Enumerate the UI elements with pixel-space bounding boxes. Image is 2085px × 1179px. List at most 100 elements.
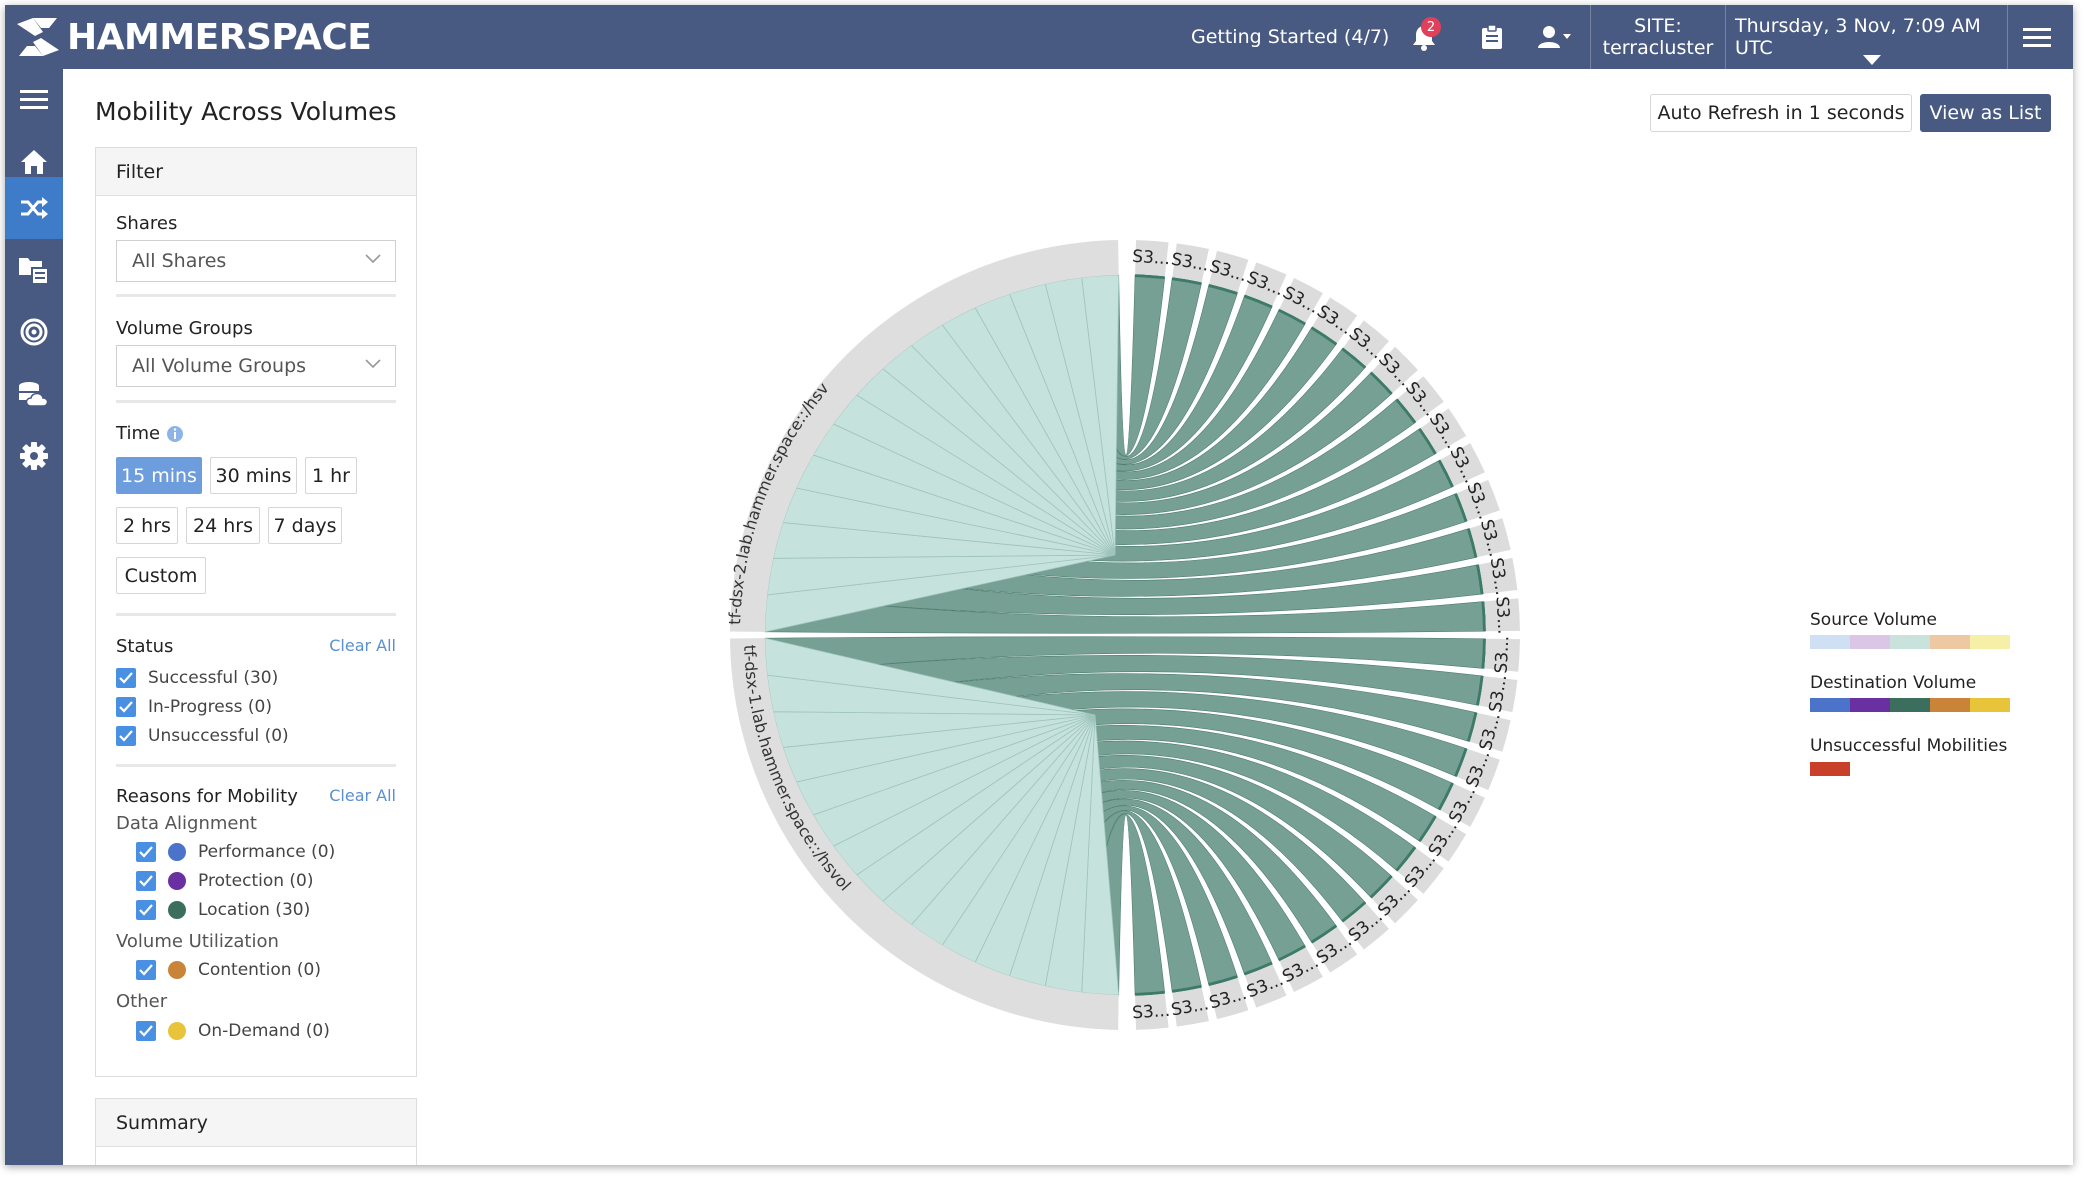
legend-unsuccessful-swatch xyxy=(1810,762,1850,776)
other-label: Other xyxy=(116,991,168,1012)
swatch xyxy=(1970,698,2010,712)
destination-volume-label: S3... xyxy=(1492,596,1514,635)
status-in-progress[interactable]: In-Progress (0) xyxy=(116,695,272,719)
time-15-mins[interactable]: 15 mins xyxy=(116,457,202,494)
reason-on-demand[interactable]: On-Demand (0) xyxy=(136,1019,330,1043)
checkbox-checked-icon xyxy=(136,871,156,891)
swatch xyxy=(1970,635,2010,649)
swatch xyxy=(1930,635,1970,649)
summary-panel: Summary xyxy=(95,1098,417,1165)
home-icon xyxy=(21,150,47,174)
shares-value: All Shares xyxy=(132,250,227,272)
page-title: Mobility Across Volumes xyxy=(95,97,397,126)
site-label: SITE: xyxy=(1634,15,1682,37)
divider xyxy=(116,294,396,297)
shares-select[interactable]: All Shares xyxy=(116,240,396,282)
checkbox-checked-icon xyxy=(136,1021,156,1041)
nav-settings[interactable] xyxy=(5,425,63,487)
tasks-button[interactable] xyxy=(1481,5,1511,69)
time-2-hrs[interactable]: 2 hrs xyxy=(116,507,178,544)
reason-location[interactable]: Location (30) xyxy=(136,898,310,922)
gear-icon xyxy=(20,442,48,470)
swatch xyxy=(1930,698,1970,712)
swatch xyxy=(1890,698,1930,712)
reason-protection[interactable]: Protection (0) xyxy=(136,869,314,893)
status-successful[interactable]: Successful (30) xyxy=(116,666,278,690)
hammerspace-logo-icon xyxy=(17,18,59,56)
nav-storage[interactable] xyxy=(5,363,63,425)
time-24-hrs[interactable]: 24 hrs xyxy=(186,507,260,544)
files-icon xyxy=(19,258,49,285)
site-selector[interactable]: SITE: terracluster xyxy=(1591,5,1725,69)
nav-files[interactable] xyxy=(5,239,63,301)
swatch xyxy=(1850,698,1890,712)
summary-header[interactable]: Summary xyxy=(96,1099,416,1147)
legend-destination-swatches xyxy=(1810,698,2010,712)
status-clear-all[interactable]: Clear All xyxy=(329,636,396,655)
getting-started-label: Getting Started (4/7) xyxy=(1191,26,1390,48)
color-dot xyxy=(168,961,186,979)
auto-refresh-button[interactable]: Auto Refresh in 1 seconds xyxy=(1650,94,1912,132)
left-navigation xyxy=(5,69,63,1165)
time-7-days[interactable]: 7 days xyxy=(268,507,342,544)
status-item-label: Unsuccessful (0) xyxy=(148,726,289,746)
top-bar: HAMMERSPACE Getting Started (4/7) 2 SITE… xyxy=(5,5,2073,69)
datetime-display[interactable]: Thursday, 3 Nov, 7:09 AM UTC xyxy=(1735,5,2007,69)
filter-header: Filter xyxy=(96,148,416,196)
destination-volume-label: S3... xyxy=(1492,635,1514,674)
legend-destination-label: Destination Volume xyxy=(1810,673,1977,693)
checkbox-checked-icon xyxy=(136,900,156,920)
nav-menu[interactable] xyxy=(5,69,63,131)
time-custom[interactable]: Custom xyxy=(116,557,206,594)
volume-utilization-label: Volume Utilization xyxy=(116,931,279,952)
status-item-label: Successful (30) xyxy=(148,668,279,688)
reason-label: Location (30) xyxy=(198,900,311,920)
status-label: Status xyxy=(116,636,174,657)
target-icon xyxy=(20,318,48,346)
divider xyxy=(1725,5,1726,69)
notifications-button[interactable]: 2 xyxy=(1411,5,1451,69)
info-icon[interactable] xyxy=(166,425,184,443)
swatch xyxy=(1810,635,1850,649)
divider xyxy=(116,400,396,403)
reason-label: Performance (0) xyxy=(198,842,336,862)
swatch xyxy=(1810,698,1850,712)
reason-performance[interactable]: Performance (0) xyxy=(136,840,335,864)
time-30-mins[interactable]: 30 mins xyxy=(210,457,297,494)
shares-label: Shares xyxy=(116,213,178,234)
checkbox-checked-icon xyxy=(116,668,136,688)
reason-label: Contention (0) xyxy=(198,960,321,980)
clipboard-icon xyxy=(1482,24,1502,49)
reason-label: On-Demand (0) xyxy=(198,1021,330,1041)
menu-icon xyxy=(20,90,48,109)
chevron-down-icon xyxy=(365,359,381,369)
cloud-storage-icon xyxy=(19,382,49,407)
datetime-text: Thursday, 3 Nov, 7:09 AM UTC xyxy=(1735,15,1981,59)
data-alignment-label: Data Alignment xyxy=(116,813,257,834)
legend-source-label: Source Volume xyxy=(1810,610,1938,630)
nav-objectives[interactable] xyxy=(5,301,63,363)
user-menu-button[interactable] xyxy=(1537,5,1577,69)
time-1-hr[interactable]: 1 hr xyxy=(305,457,357,494)
auto-refresh-label: Auto Refresh in 1 seconds xyxy=(1657,102,1905,124)
divider xyxy=(116,613,396,616)
brand-logo[interactable]: HAMMERSPACE xyxy=(13,13,372,61)
status-unsuccessful[interactable]: Unsuccessful (0) xyxy=(116,724,289,748)
nav-mobility[interactable] xyxy=(5,177,63,239)
reasons-clear-all[interactable]: Clear All xyxy=(329,786,396,805)
status-item-label: In-Progress (0) xyxy=(148,697,272,717)
volume-groups-select[interactable]: All Volume Groups xyxy=(116,345,396,387)
legend-source-swatches xyxy=(1810,635,2010,649)
shuffle-icon xyxy=(21,197,48,219)
getting-started-link[interactable]: Getting Started (4/7) xyxy=(1191,5,1389,69)
checkbox-checked-icon xyxy=(136,960,156,980)
time-label-row: Time xyxy=(116,423,184,444)
site-name: terracluster xyxy=(1602,37,1714,59)
view-as-list-button[interactable]: View as List xyxy=(1920,94,2051,132)
brand-name: HAMMERSPACE xyxy=(67,16,372,58)
user-icon xyxy=(1538,26,1571,48)
main-menu-button[interactable] xyxy=(2023,5,2059,69)
reason-contention[interactable]: Contention (0) xyxy=(136,958,321,982)
chevron-down-icon xyxy=(365,254,381,264)
divider xyxy=(116,764,396,767)
